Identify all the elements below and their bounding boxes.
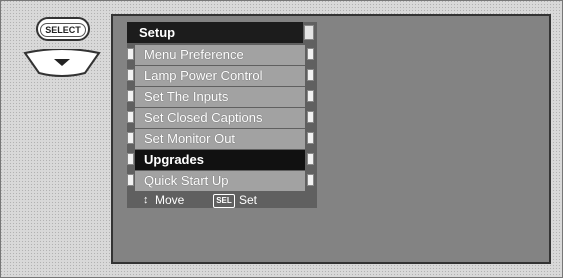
menu-item-set-monitor-out[interactable]: Set Monitor Out [135,129,305,149]
move-hint: Move [155,193,185,207]
menu-item-set-closed-captions[interactable]: Set Closed Captions [135,108,305,128]
menu-item-marker [127,90,134,102]
menu-item-quick-start-up[interactable]: Quick Start Up [135,171,305,191]
menu-item-cap [307,174,314,186]
menu-item-lamp-power-control[interactable]: Lamp Power Control [135,66,305,86]
menu-item-marker [127,174,134,186]
move-arrows-icon: ↕ [143,194,149,206]
menu-item-set-the-inputs[interactable]: Set The Inputs [135,87,305,107]
menu-footer: ↕ Move SEL Set [135,192,313,208]
menu-item-menu-preference[interactable]: Menu Preference [135,45,305,65]
set-hint: Set [239,193,258,207]
menu-item-marker [127,153,134,165]
chevron-down-icon[interactable] [23,49,101,77]
menu-item-cap [307,111,314,123]
menu-item-cap [307,90,314,102]
menu-item-cap [307,132,314,144]
menu-item-cap [307,153,314,165]
menu-title-cap [304,25,314,40]
select-button-label: SELECT [40,23,86,37]
menu-item-marker [127,132,134,144]
setup-menu: Setup Menu Preference Lamp Power Control… [127,22,317,208]
menu-item-marker [127,111,134,123]
menu-item-marker [127,48,134,60]
sel-key-icon: SEL [213,194,235,208]
menu-title: Setup [127,22,303,43]
select-button[interactable]: SELECT [36,17,90,41]
menu-item-upgrades[interactable]: Upgrades [135,150,305,170]
menu-item-cap [307,69,314,81]
menu-item-marker [127,69,134,81]
menu-item-cap [307,48,314,60]
